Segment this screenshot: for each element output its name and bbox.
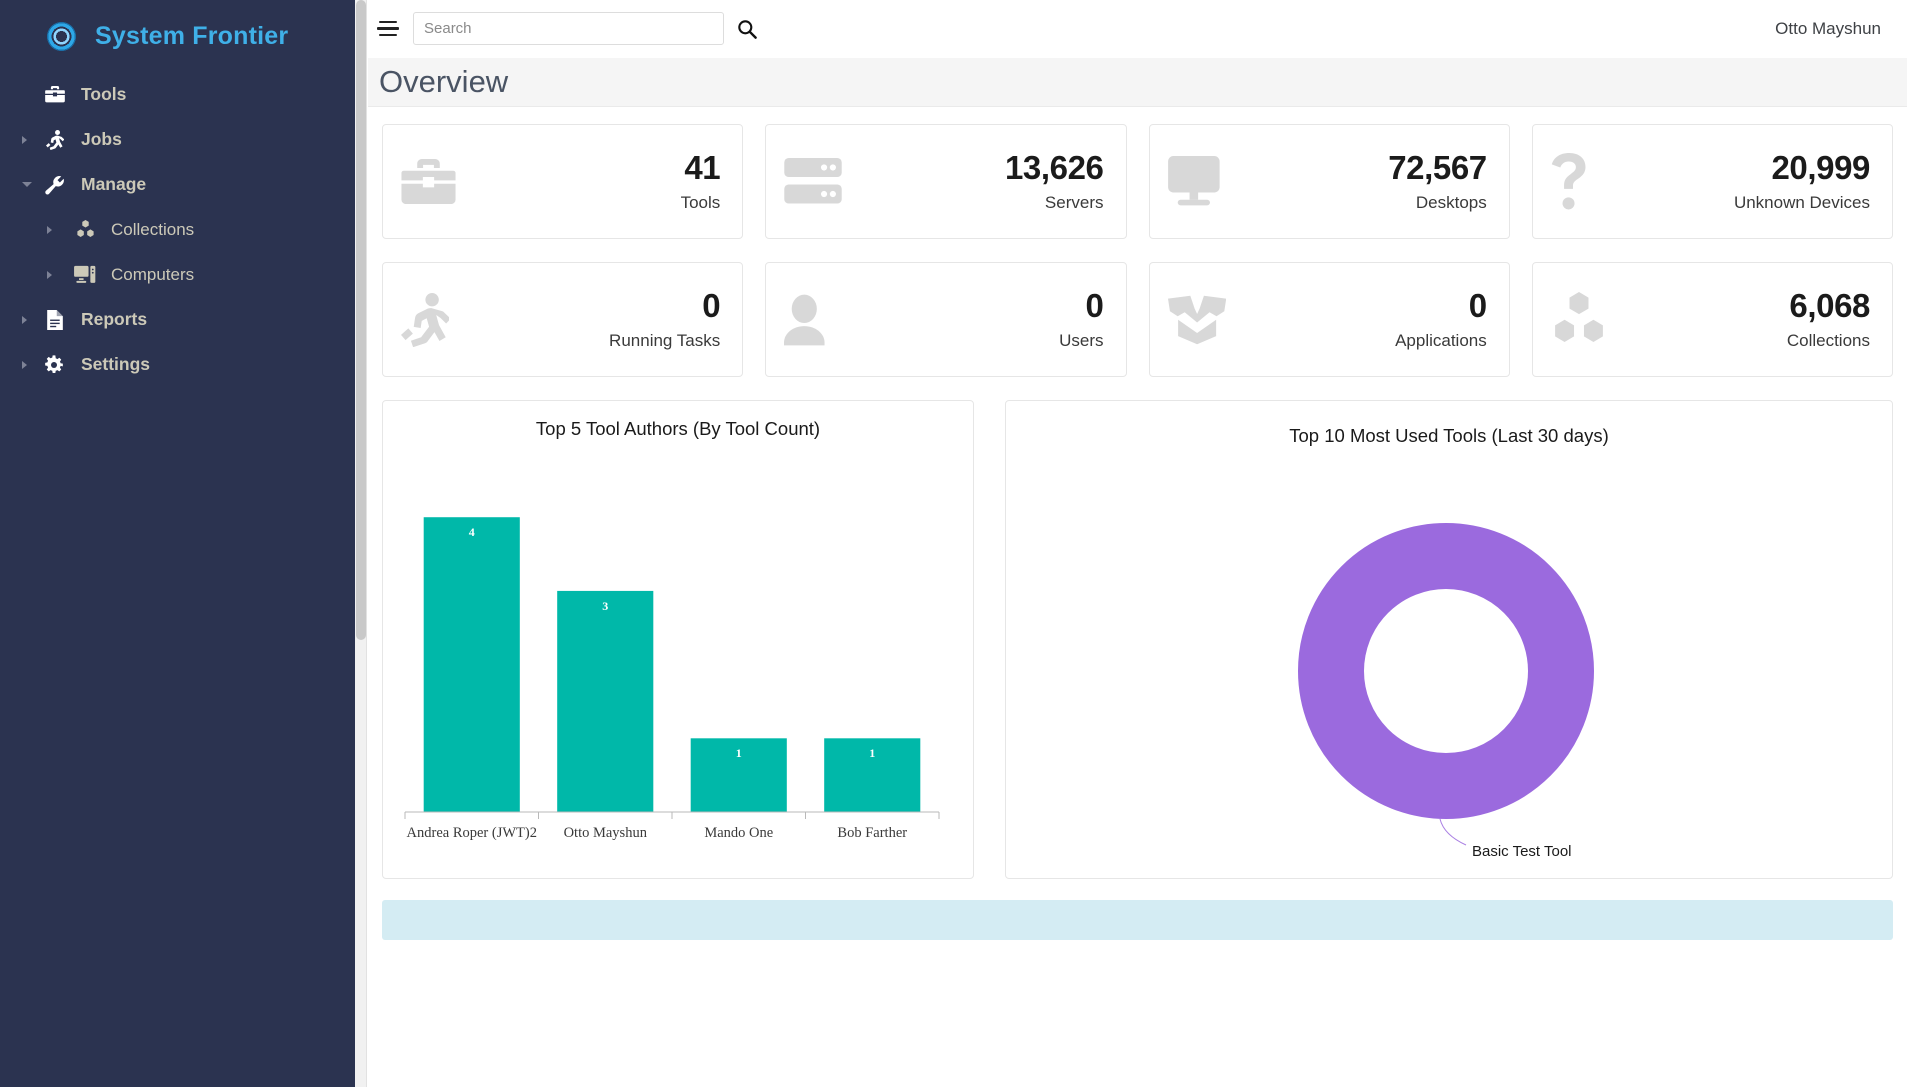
brand-header[interactable]: System Frontier: [0, 0, 355, 72]
info-panel: [382, 900, 1893, 940]
user-name[interactable]: Otto Mayshun: [1775, 19, 1883, 39]
stat-label: Running Tasks: [609, 330, 721, 350]
stat-card-users[interactable]: 0 Users: [765, 262, 1127, 377]
chevron-right-icon[interactable]: [22, 135, 27, 144]
bar-chart-svg: [404, 517, 940, 819]
sidebar-item-manage[interactable]: Manage: [0, 162, 355, 207]
chevron-right-icon[interactable]: [22, 315, 27, 324]
sidebar-item-tools[interactable]: Tools: [0, 72, 355, 117]
stat-card-running-tasks[interactable]: 0 Running Tasks: [382, 262, 744, 377]
stat-label: Applications: [1395, 330, 1487, 350]
donut-chart-title: Top 10 Most Used Tools (Last 30 days): [1289, 425, 1609, 446]
desktop-icon: [72, 265, 98, 284]
runner-icon: [42, 129, 68, 150]
x-axis-tick-label: Bob Farther: [837, 825, 908, 841]
bar-chart-plot: 4 Andrea Roper (JWT)2 3 Otto Mayshun 1 Mando …: [383, 455, 973, 875]
monitor-icon: [1167, 155, 1224, 208]
stat-label: Collections: [1786, 330, 1870, 350]
sidebar-nav: Tools Jobs Manage Collections Computers …: [0, 72, 355, 387]
chevron-right-icon[interactable]: [47, 225, 52, 234]
search-input[interactable]: [413, 12, 724, 45]
main-scrollbar-thumb[interactable]: [356, 0, 366, 640]
x-axis-tick-label: Mando One: [704, 825, 774, 841]
open-box-icon: [1167, 294, 1226, 346]
stat-value: 0: [702, 287, 721, 325]
server-rack-icon: [784, 158, 842, 204]
stat-value: 6,068: [1789, 287, 1870, 325]
chevron-right-icon[interactable]: [22, 360, 27, 369]
stat-card-tools[interactable]: 41 Tools: [382, 124, 744, 239]
x-axis-tick-label: Otto Mayshun: [563, 825, 647, 841]
chart-row: Top 5 Tool Authors (By Tool Count) 4 Andr…: [382, 400, 1893, 879]
sidebar: System Frontier Tools Jobs Manage Collec…: [0, 0, 355, 1087]
stat-value: 20,999: [1771, 149, 1870, 187]
donut-leader-line: [1439, 818, 1467, 846]
sidebar-item-label: Computers: [111, 264, 195, 284]
stat-label: Desktops: [1415, 192, 1487, 212]
most-used-tools-chart-card: Top 10 Most Used Tools (Last 30 days) Ba…: [1005, 400, 1893, 879]
stat-card-row-2: 0 Running Tasks 0 Users 0 Applications 6,06…: [382, 262, 1893, 377]
donut-chart-svg: [1298, 523, 1594, 846]
bar[interactable]: [557, 590, 654, 812]
dashboard-content: 41 Tools 13,626 Servers 72,567 Desktops 20,…: [368, 107, 1907, 879]
donut-slice[interactable]: [1298, 523, 1594, 819]
sidebar-item-jobs[interactable]: Jobs: [0, 117, 355, 162]
stat-value: 72,567: [1388, 149, 1487, 187]
stat-card-desktops[interactable]: 72,567 Desktops: [1148, 124, 1510, 239]
chevron-right-icon[interactable]: [47, 270, 52, 279]
page-title: Overview: [379, 64, 509, 99]
bar[interactable]: [423, 517, 520, 812]
stat-label: Users: [1059, 330, 1104, 350]
bar-value-label: 4: [468, 525, 475, 540]
search-icon[interactable]: [733, 15, 761, 43]
sidebar-item-label: Tools: [81, 84, 127, 104]
hamburger-icon[interactable]: [375, 16, 401, 42]
runner-icon: [401, 292, 449, 347]
stat-card-applications[interactable]: 0 Applications: [1148, 262, 1510, 377]
stat-label: Tools: [680, 192, 721, 212]
sidebar-item-label: Reports: [81, 309, 148, 329]
brand-name: System Frontier: [95, 21, 289, 50]
stat-value: 13,626: [1004, 149, 1104, 187]
tool-authors-chart-card: Top 5 Tool Authors (By Tool Count) 4 Andr…: [382, 400, 974, 879]
bar-value-label: 3: [602, 598, 609, 613]
sidebar-item-computers[interactable]: Computers: [0, 252, 355, 297]
top-bar: Otto Mayshun: [368, 0, 1907, 58]
bar-value-label: 1: [869, 746, 876, 761]
stat-value: 41: [684, 149, 721, 187]
stat-value: 0: [1468, 287, 1487, 325]
stat-label: Servers: [1044, 192, 1104, 212]
toolbox-icon: [42, 86, 68, 103]
cubes-icon: [72, 220, 98, 239]
bar-chart-title: Top 5 Tool Authors (By Tool Count): [535, 418, 821, 439]
gear-icon: [42, 354, 68, 375]
question-mark-icon: [1551, 152, 1587, 211]
document-icon: [42, 309, 68, 330]
sidebar-item-label: Settings: [81, 354, 151, 374]
sidebar-item-reports[interactable]: Reports: [0, 297, 355, 342]
page-header: Overview: [368, 58, 1907, 107]
stat-card-collections[interactable]: 6,068 Collections: [1531, 262, 1893, 377]
stat-value: 0: [1085, 287, 1104, 325]
wrench-icon: [42, 175, 68, 195]
stat-card-servers[interactable]: 13,626 Servers: [765, 124, 1127, 239]
stat-card-unknown-devices[interactable]: 20,999 Unknown Devices: [1531, 124, 1893, 239]
x-axis-tick-label: Andrea Roper (JWT)2: [406, 825, 537, 841]
donut-slice-label: Basic Test Tool: [1472, 843, 1572, 860]
sidebar-item-label: Collections: [111, 219, 195, 239]
sidebar-item-label: Manage: [81, 174, 147, 194]
main-area: Otto Mayshun Overview 41Tools 13,626Serv…: [368, 0, 1907, 1087]
stat-label: Unknown Devices: [1733, 192, 1870, 212]
chevron-down-icon[interactable]: [22, 182, 32, 187]
target-ring-logo-icon: [42, 16, 81, 56]
bar-value-label: 1: [735, 746, 742, 761]
sidebar-item-settings[interactable]: Settings: [0, 342, 355, 387]
cubes-icon: [1551, 291, 1607, 348]
sidebar-item-label: Jobs: [81, 129, 122, 149]
donut-chart-plot: Basic Test Tool: [1006, 459, 1892, 878]
user-icon: [784, 294, 825, 346]
toolbox-icon: [401, 158, 456, 205]
sidebar-item-collections[interactable]: Collections: [0, 207, 355, 252]
stat-card-row-1: 41 Tools 13,626 Servers 72,567 Desktops 20,…: [382, 124, 1893, 239]
